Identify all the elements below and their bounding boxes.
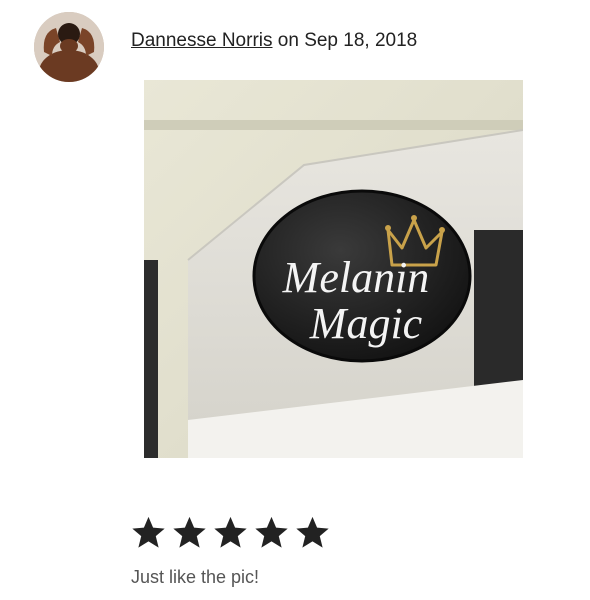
review-photo-image: Melanin Magic [144, 80, 523, 458]
review-photo[interactable]: Melanin Magic [144, 80, 523, 458]
reviewer-avatar[interactable] [34, 12, 104, 82]
badge-text-line2: Magic [309, 299, 423, 348]
review-text: Just like the pic! [131, 567, 260, 587]
avatar-image [34, 12, 104, 82]
badge-text-line1: Melanin [282, 253, 430, 302]
star-icon [132, 516, 165, 548]
review-date: on Sep 18, 2018 [277, 30, 418, 51]
review-byline: Dannesse Norris on Sep 18, 2018 [131, 30, 417, 52]
star-icon [214, 516, 247, 548]
star-icon [296, 516, 329, 548]
star-icon [255, 516, 288, 548]
star-rating [128, 514, 333, 552]
star-icon [173, 516, 206, 548]
reviewer-name-link[interactable]: Dannesse Norris [131, 30, 273, 51]
